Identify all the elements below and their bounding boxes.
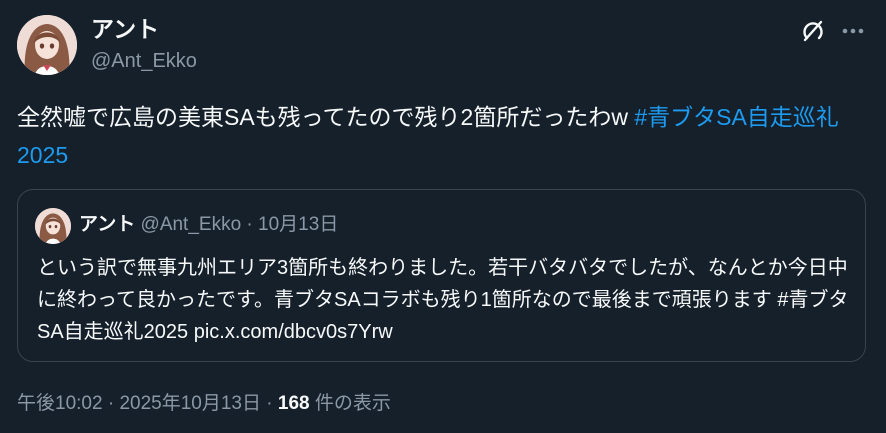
- quoted-separator: ·: [241, 214, 259, 235]
- quoted-avatar-image: [35, 208, 71, 244]
- avatar-image: [17, 15, 77, 75]
- view-count-label: 件の表示: [309, 393, 391, 414]
- author-handle[interactable]: @Ant_Ekko: [91, 48, 197, 74]
- tweet-footer: 午後10:02 · 2025年10月13日 · 168 件の表示: [17, 391, 391, 417]
- author-name[interactable]: アント: [91, 15, 159, 43]
- quoted-author-handle[interactable]: @Ant_Ekko: [141, 214, 242, 235]
- avatar[interactable]: [17, 15, 77, 75]
- quoted-author-name[interactable]: アント: [79, 214, 135, 235]
- footer-separator: ·: [260, 393, 278, 414]
- tweet-text-body: 全然嘘で広島の美東SAも残ってたので残り2箇所だったわw: [17, 104, 635, 130]
- post-date[interactable]: 2025年10月13日: [119, 393, 261, 414]
- post-time[interactable]: 午後10:02: [17, 393, 103, 414]
- grok-icon[interactable]: [800, 18, 826, 44]
- quoted-tweet[interactable]: アント @Ant_Ekko · 10月13日 という訳で無事九州エリア3箇所も終…: [17, 189, 866, 362]
- quoted-text: という訳で無事九州エリア3箇所も終わりました。若干バタバタでしたが、なんとか今日…: [37, 257, 849, 343]
- quoted-header: アント @Ant_Ekko · 10月13日: [79, 212, 338, 238]
- tweet-text: 全然嘘で広島の美東SAも残ってたので残り2箇所だったわw #青ブタSA自走巡礼2…: [17, 98, 877, 174]
- quoted-avatar[interactable]: [35, 208, 71, 244]
- view-count: 168: [277, 393, 310, 414]
- tweet: アント @Ant_Ekko 全然嘘で広島の美東SAも残ってたので残り2箇所だった…: [0, 0, 886, 433]
- quoted-date[interactable]: 10月13日: [258, 214, 338, 235]
- footer-separator: ·: [102, 393, 120, 414]
- more-icon[interactable]: [838, 18, 868, 44]
